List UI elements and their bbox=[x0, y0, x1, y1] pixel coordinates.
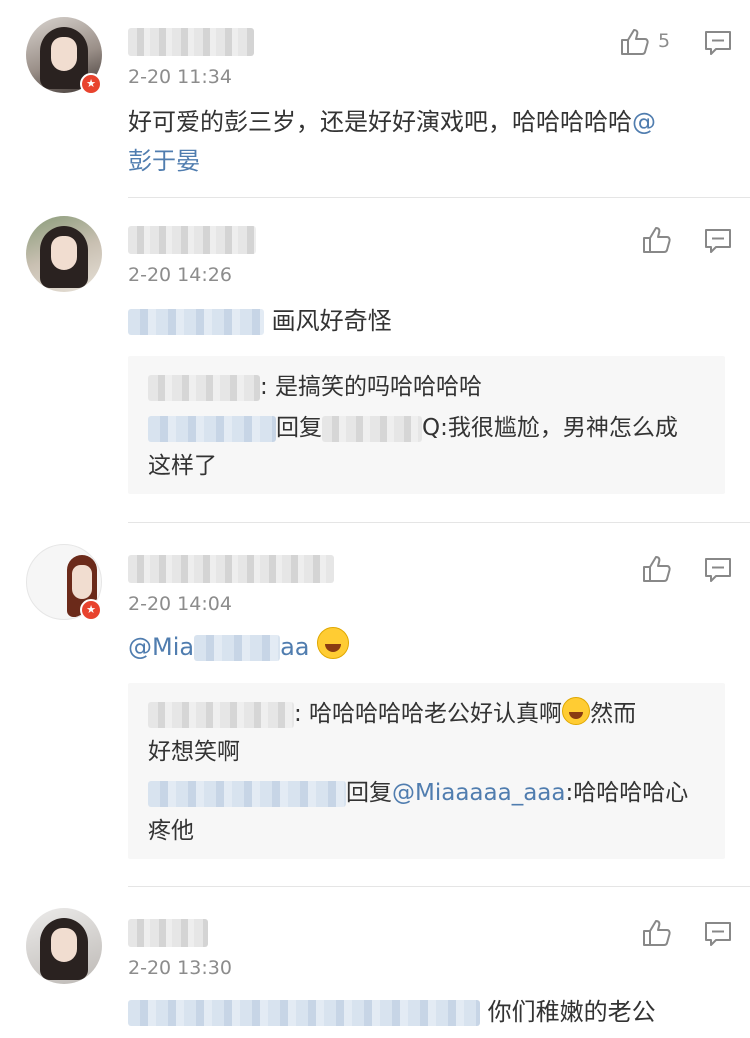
verified-badge-icon: ★ bbox=[80, 599, 102, 621]
avatar[interactable] bbox=[26, 216, 102, 292]
reply-item: 回复 Q:我很尴尬，男神怎么成 这样了 bbox=[148, 415, 678, 479]
comment-4: 2-20 13:30 你们稚嫩的老公 bbox=[0, 887, 750, 1038]
reply-user-blurred[interactable] bbox=[148, 415, 276, 442]
comment-time: 2-20 14:04 bbox=[128, 593, 232, 615]
comment-text: 画风好奇怪 bbox=[128, 302, 728, 341]
mention-link[interactable]: @ bbox=[632, 108, 656, 136]
reply-user-blurred[interactable] bbox=[148, 374, 260, 401]
username-blurred[interactable] bbox=[128, 555, 334, 583]
mention-blurred[interactable] bbox=[128, 1000, 480, 1026]
comment-3: ★ 2-20 14:04 @Mia aa : 哈哈哈哈哈老公好认真啊 然而 好想笑啊… bbox=[0, 523, 750, 887]
reply-box[interactable]: : 是搞笑的吗哈哈哈哈 回复 Q:我很尴尬，男神怎么成 这样了 bbox=[128, 356, 725, 494]
reply-box[interactable]: : 哈哈哈哈哈老公好认真啊 然而 好想笑啊 回复@Miaaaaa_aaa:哈哈哈哈… bbox=[128, 683, 725, 859]
comment-bubble-icon[interactable] bbox=[704, 921, 732, 947]
avatar[interactable] bbox=[26, 908, 102, 984]
comment-2: 2-20 14:26 画风好奇怪 : 是搞笑的吗哈哈哈哈 回复 Q:我很尴尬，男神… bbox=[0, 198, 750, 523]
reply-target-blurred[interactable] bbox=[322, 415, 422, 442]
like-count: 5 bbox=[658, 30, 671, 52]
verified-badge-icon: ★ bbox=[80, 73, 102, 95]
mention-blurred bbox=[194, 635, 281, 661]
mention-link[interactable]: @Mia aa bbox=[128, 633, 310, 661]
reply-item: : 哈哈哈哈哈老公好认真啊 然而 好想笑啊 bbox=[148, 695, 718, 771]
username-blurred[interactable] bbox=[128, 28, 254, 56]
username-blurred[interactable] bbox=[128, 226, 256, 254]
laughing-tears-emoji bbox=[562, 697, 591, 725]
comment-text: 好可爱的彭三岁，还是好好演戏吧，哈哈哈哈哈@ 彭于晏 bbox=[128, 108, 656, 175]
mention-link[interactable]: 彭于晏 bbox=[128, 147, 200, 175]
thumbs-up-icon[interactable] bbox=[642, 919, 672, 947]
comment-text: 你们稚嫩的老公 bbox=[128, 993, 728, 1032]
mention-link[interactable]: @Miaaaaa_aaa bbox=[392, 780, 566, 806]
comment-1: ★ 2-20 11:34 5 好可爱的彭三岁，还是好好演戏吧，哈哈哈哈哈@ 彭于… bbox=[0, 0, 750, 198]
laughing-tears-emoji bbox=[317, 627, 350, 659]
comment-time: 2-20 13:30 bbox=[128, 957, 232, 979]
reply-user-blurred[interactable] bbox=[148, 780, 346, 807]
comment-bubble-icon[interactable] bbox=[704, 228, 732, 254]
comment-time: 2-20 11:34 bbox=[128, 66, 232, 88]
reply-item: 回复@Miaaaaa_aaa:哈哈哈哈心 疼他 bbox=[148, 780, 689, 844]
thumbs-up-icon[interactable] bbox=[620, 28, 650, 56]
mention-blurred[interactable] bbox=[128, 309, 264, 335]
comment-text: @Mia aa bbox=[128, 627, 728, 667]
thumbs-up-icon[interactable] bbox=[642, 555, 672, 583]
comment-bubble-icon[interactable] bbox=[704, 30, 732, 56]
comment-time: 2-20 14:26 bbox=[128, 264, 232, 286]
username-blurred[interactable] bbox=[128, 919, 208, 947]
reply-user-blurred[interactable] bbox=[148, 701, 294, 728]
reply-item: : 是搞笑的吗哈哈哈哈 bbox=[148, 368, 718, 406]
thumbs-up-icon[interactable] bbox=[642, 226, 672, 254]
comment-bubble-icon[interactable] bbox=[704, 557, 732, 583]
